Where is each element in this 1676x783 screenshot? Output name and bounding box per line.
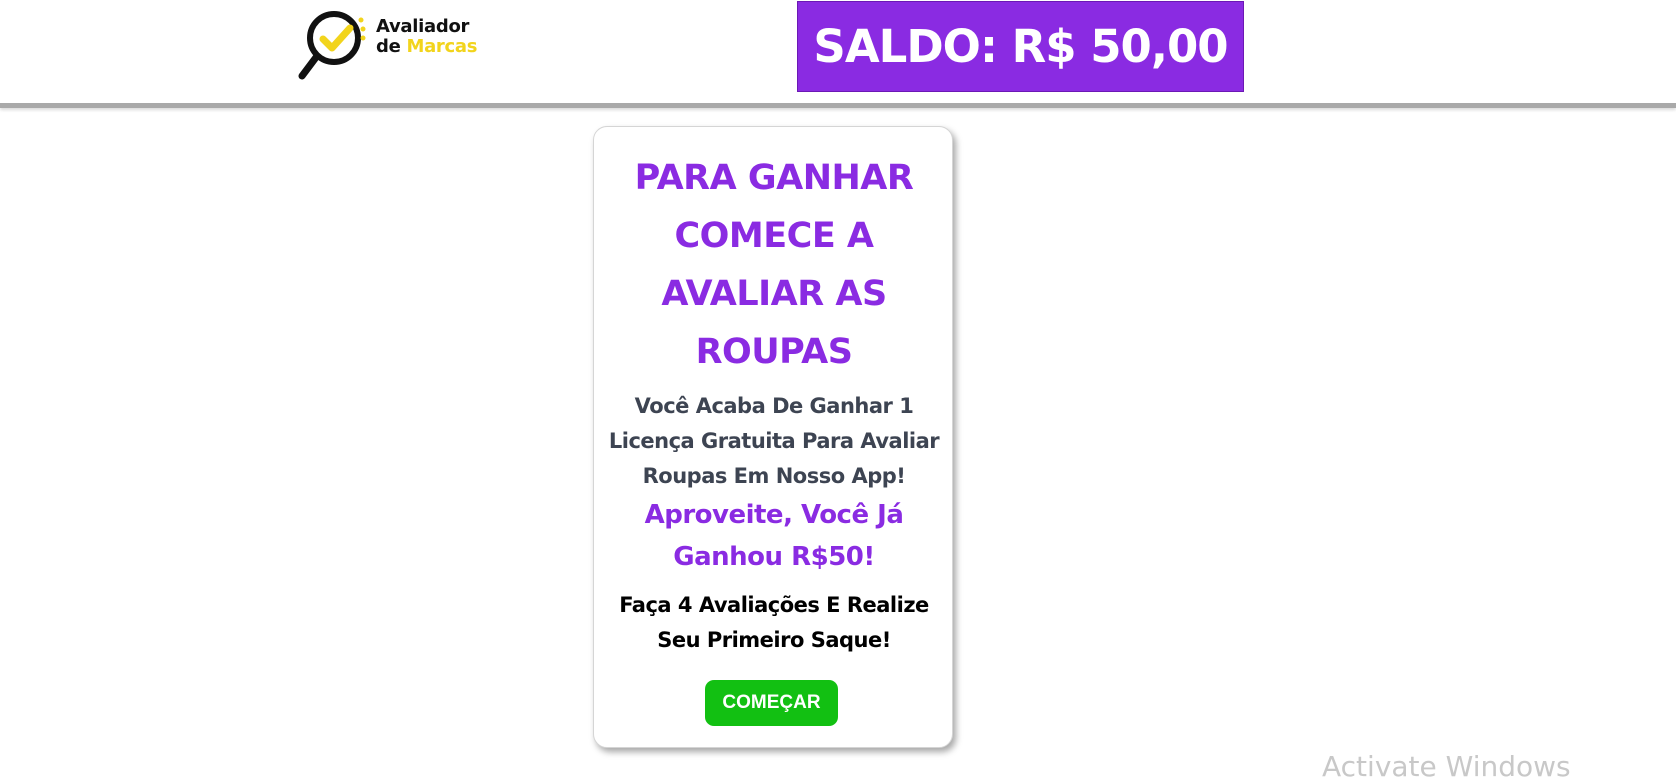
offer-card: PARA GANHAR COMECE A AVALIAR AS ROUPAS V…	[593, 126, 953, 748]
brand-logo[interactable]: Avaliador de Marcas	[298, 6, 488, 84]
header: Avaliador de Marcas SALDO: R$ 50,00	[0, 0, 1676, 108]
logo-line-2-prefix: de	[376, 36, 401, 57]
magnifier-check-icon	[298, 11, 366, 80]
card-subtitle: Você Acaba De Ganhar 1 Licença Gratuita …	[608, 394, 940, 488]
logo-line-2-accent: Marcas	[406, 36, 478, 57]
logo-text: Avaliador de Marcas	[376, 17, 477, 57]
card-goal: Faça 4 Avaliações E Realize Seu Primeiro…	[619, 593, 929, 652]
balance-badge: SALDO: R$ 50,00	[797, 1, 1244, 92]
logo-line-1: Avaliador	[376, 16, 470, 37]
logo-line-2: de Marcas	[376, 37, 477, 57]
card-title: PARA GANHAR COMECE A AVALIAR AS ROUPAS	[634, 158, 914, 372]
activate-windows-watermark: Activate Windows	[1322, 750, 1571, 783]
start-button[interactable]: COMEÇAR	[705, 680, 838, 726]
card-highlight: Aproveite, Você Já Ganhou R$50!	[644, 500, 904, 572]
